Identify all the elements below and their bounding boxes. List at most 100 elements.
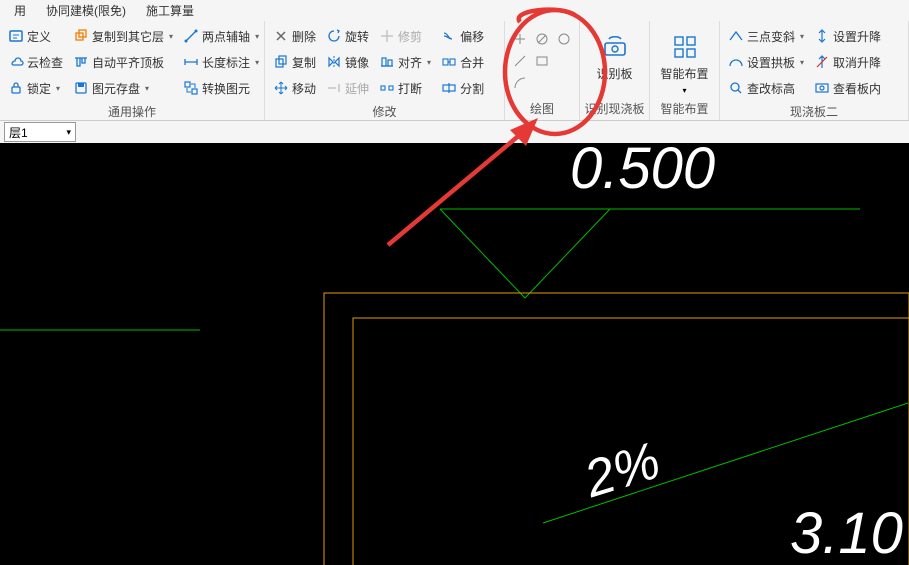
delete-button[interactable]: 删除 (271, 25, 318, 47)
break-icon (379, 80, 395, 96)
canvas-text-slope: 2% (577, 432, 667, 510)
align-icon (379, 54, 395, 70)
length-dim-button[interactable]: 长度标注 ▾ (181, 51, 261, 73)
check-elevation-label: 查改标高 (747, 80, 795, 97)
smart-layout-button[interactable]: 智能布置 ▾ (660, 25, 710, 95)
break-button[interactable]: 打断 (377, 77, 433, 99)
two-point-axis-label: 两点辅轴 (202, 28, 250, 45)
two-point-axis-button[interactable]: 两点辅轴 ▾ (181, 25, 261, 47)
group-label-general: 通用操作 (0, 103, 264, 122)
three-point-slope-label: 三点变斜 (747, 28, 795, 45)
smart-layout-label: 智能布置 (660, 65, 708, 82)
copy-to-layer-label: 复制到其它层 (92, 28, 164, 45)
auto-align-top-button[interactable]: 自动平齐顶板 (71, 51, 175, 73)
lock-button[interactable]: 锁定 ▾ (6, 77, 65, 99)
length-dim-icon (183, 54, 199, 70)
dropdown-arrow-icon: ▾ (169, 32, 173, 41)
shape-point-button[interactable] (510, 29, 530, 49)
auto-align-icon (73, 54, 89, 70)
check-elevation-button[interactable]: 查改标高 (726, 77, 806, 99)
rotate-button[interactable]: 旋转 (324, 25, 371, 47)
view-inner-button[interactable]: 查看板内 (812, 77, 883, 99)
dropdown-arrow-icon: ▾ (145, 84, 149, 93)
save-element-label: 图元存盘 (92, 80, 140, 97)
move-label: 移动 (292, 80, 316, 97)
delete-label: 删除 (292, 28, 316, 45)
layer-combo-row: 层1 ▾ (0, 121, 909, 143)
set-lift-button[interactable]: 设置升降 (812, 25, 883, 47)
layer-combo-value: 层1 (9, 124, 28, 141)
view-inner-icon (814, 80, 830, 96)
cloud-check-button[interactable]: 云检查 (6, 51, 65, 73)
three-point-slope-icon (728, 28, 744, 44)
cancel-lift-button[interactable]: 取消升降 (812, 51, 883, 73)
align-label: 对齐 (398, 54, 422, 71)
mirror-button[interactable]: 镜像 (324, 51, 371, 73)
convert-element-button[interactable]: 转换图元 (181, 77, 261, 99)
align-button[interactable]: 对齐 ▾ (377, 51, 433, 73)
offset-button[interactable]: 偏移 (439, 25, 486, 47)
define-label: 定义 (27, 28, 51, 45)
define-button[interactable]: 定义 (6, 25, 65, 47)
layer-combo[interactable]: 层1 ▾ (4, 122, 76, 142)
menu-item-collab-model[interactable]: 协同建模(限免) (36, 2, 136, 19)
recognize-board-button[interactable]: 识别板 (590, 25, 640, 82)
delete-icon (273, 28, 289, 44)
group-label-recognize: 识别现浇板 (580, 100, 649, 120)
trim-icon (379, 28, 395, 44)
group-label-smart: 智能布置 (650, 100, 719, 120)
menu-item-construction-calc[interactable]: 施工算量 (136, 2, 204, 19)
shape-arc-button[interactable] (510, 73, 530, 93)
ribbon-group-modify: 删除 复制 移动 旋转 镜像 (265, 21, 505, 120)
group-label-modify: 修改 (265, 103, 504, 122)
copy-to-layer-button[interactable]: 复制到其它层 ▾ (71, 25, 175, 47)
set-arch-icon (728, 54, 744, 70)
mirror-label: 镜像 (345, 54, 369, 71)
shape-palette (510, 25, 574, 93)
ribbon-group-smart-layout: 智能布置 ▾ 智能布置 (650, 21, 720, 120)
ribbon: 定义 云检查 锁定 ▾ 复制到其它层 ▾ (0, 21, 909, 121)
drawing-canvas[interactable]: 0.500 2% 3.10 (0, 143, 909, 565)
set-arch-label: 设置拱板 (747, 54, 795, 71)
lock-icon (8, 80, 24, 96)
two-point-axis-icon (183, 28, 199, 44)
shape-line-button[interactable] (510, 51, 530, 71)
shape-circle-slash-button[interactable] (532, 29, 552, 49)
save-element-button[interactable]: 图元存盘 ▾ (71, 77, 175, 99)
copy-icon (273, 54, 289, 70)
dropdown-arrow-icon: ▾ (56, 84, 60, 93)
define-icon (8, 28, 24, 44)
recognize-board-label: 识别板 (596, 65, 632, 82)
smart-layout-icon (671, 33, 699, 61)
set-lift-label: 设置升降 (833, 28, 881, 45)
merge-button[interactable]: 合并 (439, 51, 486, 73)
dropdown-arrow-icon: ▾ (255, 32, 259, 41)
trim-button: 修剪 (377, 25, 433, 47)
copy-button[interactable]: 复制 (271, 51, 318, 73)
rotate-label: 旋转 (345, 28, 369, 45)
extend-label: 延伸 (345, 80, 369, 97)
menubar: 用 协同建模(限免) 施工算量 (0, 0, 909, 21)
shape-rect-button[interactable] (532, 51, 552, 71)
check-elev-icon (728, 80, 744, 96)
cancel-lift-icon (814, 54, 830, 70)
dropdown-arrow-icon: ▾ (800, 58, 804, 67)
copy-layer-icon (73, 28, 89, 44)
split-icon (441, 80, 457, 96)
break-label: 打断 (398, 80, 422, 97)
offset-label: 偏移 (460, 28, 484, 45)
shape-blank (532, 73, 552, 93)
split-button[interactable]: 分割 (439, 77, 486, 99)
convert-element-icon (183, 80, 199, 96)
set-arch-button[interactable]: 设置拱板 ▾ (726, 51, 806, 73)
trim-label: 修剪 (398, 28, 422, 45)
three-point-slope-button[interactable]: 三点变斜 ▾ (726, 25, 806, 47)
shape-circle-button[interactable] (554, 29, 574, 49)
shape-blank (554, 51, 574, 71)
view-inner-label: 查看板内 (833, 80, 881, 97)
menu-item-use[interactable]: 用 (4, 2, 36, 19)
cancel-lift-label: 取消升降 (833, 54, 881, 71)
dropdown-arrow-icon: ▾ (66, 127, 71, 138)
move-button[interactable]: 移动 (271, 77, 318, 99)
ribbon-group-recognize: 识别板 识别现浇板 (580, 21, 650, 120)
